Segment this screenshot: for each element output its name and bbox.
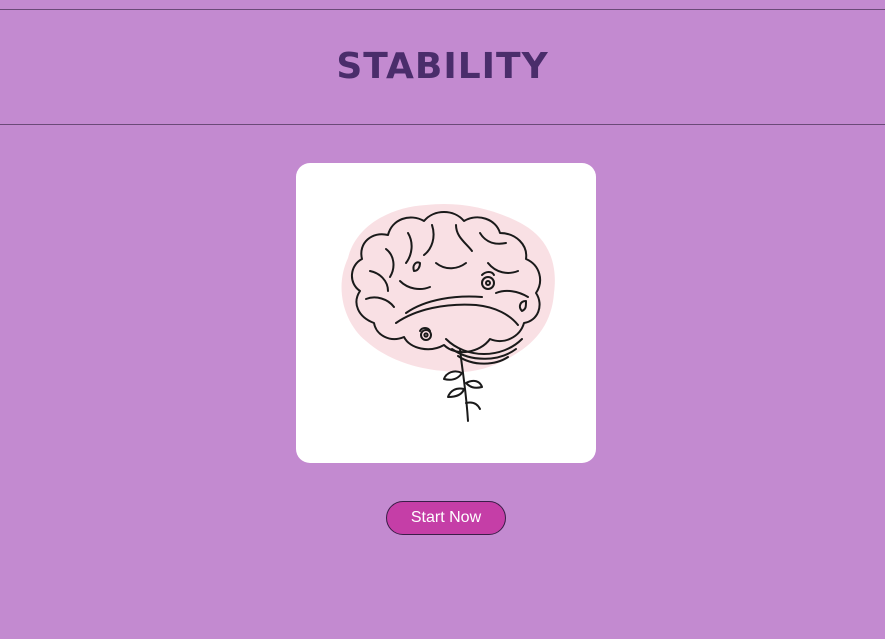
header-divider <box>0 124 885 125</box>
illustration-card <box>296 163 596 463</box>
page-header: STABILITY <box>0 10 885 124</box>
start-now-button[interactable]: Start Now <box>386 501 506 535</box>
brain-icon <box>341 203 555 422</box>
page-title: STABILITY <box>336 45 549 87</box>
